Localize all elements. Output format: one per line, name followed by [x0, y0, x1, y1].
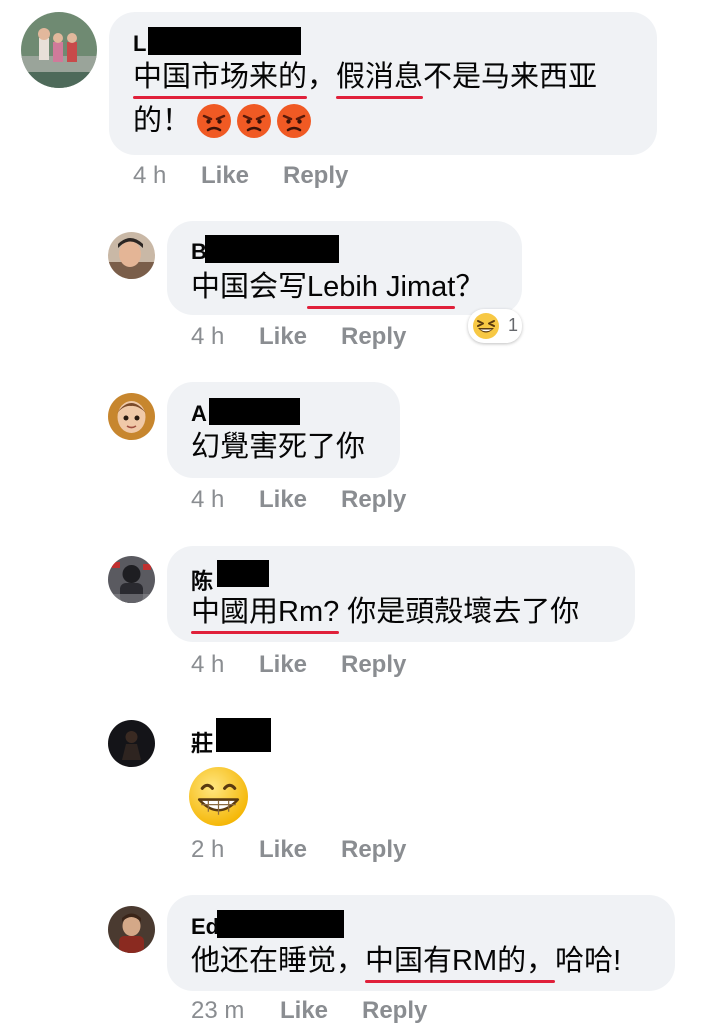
commenter-name[interactable]: A — [191, 401, 207, 427]
comment-text: 他还在睡觉，中国有RM的，哈哈! — [191, 941, 621, 983]
timestamp[interactable]: 2 h — [191, 836, 224, 864]
redaction-bar — [217, 910, 344, 938]
reply-button[interactable]: Reply — [283, 162, 348, 190]
comment-text: 幻覺害死了你 — [191, 431, 366, 463]
angry-face-icon — [196, 103, 232, 139]
comment-meta: 4 h Like Reply — [191, 323, 491, 353]
redaction-bar — [205, 235, 339, 263]
timestamp[interactable]: 4 h — [133, 162, 166, 190]
avatar[interactable] — [108, 720, 155, 767]
avatar[interactable] — [108, 393, 155, 440]
like-button[interactable]: Like — [259, 651, 307, 679]
timestamp[interactable]: 23 m — [191, 997, 244, 1024]
comment-text: 中国会写Lebih Jimat？ — [191, 267, 484, 309]
reply-button[interactable]: Reply — [341, 486, 406, 514]
avatar[interactable] — [21, 12, 97, 88]
reply-button[interactable]: Reply — [362, 997, 427, 1024]
commenter-name[interactable]: Ed — [191, 914, 219, 940]
redaction-bar — [148, 27, 301, 55]
like-button[interactable]: Like — [259, 486, 307, 514]
reply-button[interactable]: Reply — [341, 836, 406, 864]
comment-text: 中国市场来的，假消息不是马来西亚 — [133, 57, 597, 99]
angry-face-icon — [276, 103, 312, 139]
commenter-name[interactable]: L — [133, 31, 146, 57]
like-button[interactable]: Like — [280, 997, 328, 1024]
avatar[interactable] — [108, 232, 155, 279]
comment-meta: 4 h Like Reply — [191, 486, 491, 516]
underlined-phrase: 中国市场来的 — [133, 57, 308, 99]
comment-meta: 4 h Like Reply — [191, 651, 491, 681]
comment-text: 中國用Rm? 你是頭殼壞去了你 — [191, 592, 579, 634]
like-button[interactable]: Like — [259, 323, 307, 351]
timestamp[interactable]: 4 h — [191, 323, 224, 351]
reaction-count: 1 — [508, 315, 519, 335]
comment-meta: 23 m Like Reply — [191, 997, 511, 1024]
comment-meta: 4 h Like Reply — [133, 162, 533, 192]
redaction-bar — [216, 718, 271, 752]
timestamp[interactable]: 4 h — [191, 651, 224, 679]
like-button[interactable]: Like — [259, 836, 307, 864]
timestamp[interactable]: 4 h — [191, 486, 224, 514]
comment-meta: 2 h Like Reply — [191, 836, 491, 866]
redaction-bar — [209, 398, 300, 425]
reply-button[interactable]: Reply — [341, 651, 406, 679]
underlined-phrase: 假消息 — [336, 57, 424, 99]
underlined-phrase: 中國用Rm? — [191, 592, 340, 634]
redaction-bar — [217, 560, 269, 587]
comment-text-line2: 的！ — [133, 105, 192, 137]
reply-button[interactable]: Reply — [341, 323, 406, 351]
commenter-name[interactable]: 莊 — [191, 726, 213, 758]
underlined-phrase: Lebih Jimat — [307, 267, 456, 309]
avatar[interactable] — [108, 556, 155, 603]
angry-face-icon — [236, 103, 272, 139]
avatar[interactable] — [108, 906, 155, 953]
like-button[interactable]: Like — [201, 162, 249, 190]
underlined-phrase: 中国有RM的， — [365, 941, 556, 983]
grinning-face-icon — [188, 766, 249, 827]
